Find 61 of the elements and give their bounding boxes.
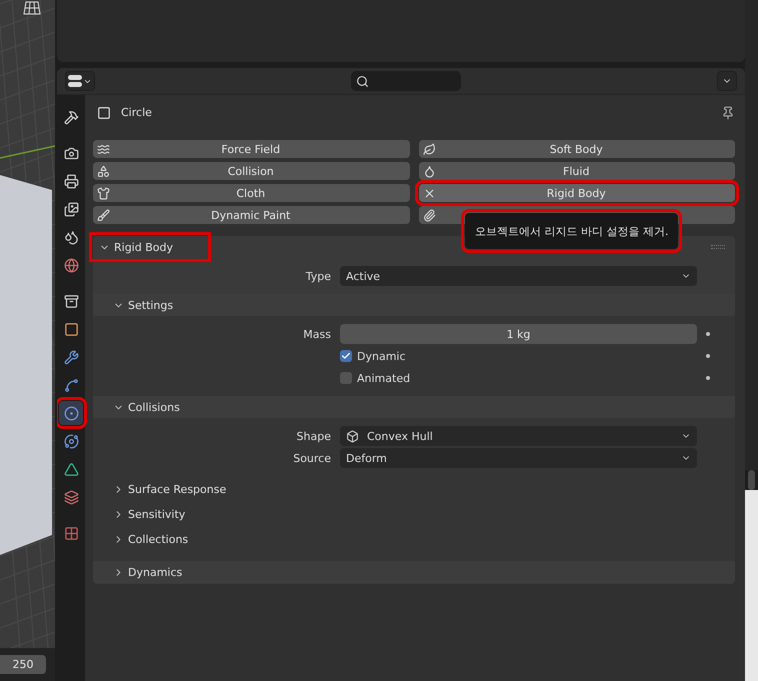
tool-icon [64, 110, 78, 124]
waves-icon [97, 142, 110, 156]
check-icon [341, 351, 351, 361]
shirt-icon [97, 186, 110, 200]
checkbox[interactable] [340, 350, 352, 362]
dropdown-field[interactable]: Deform [340, 448, 697, 468]
grip-icon[interactable] [711, 245, 725, 249]
subpanel-header[interactable]: Surface Response [93, 478, 735, 500]
orbit-icon [64, 434, 78, 448]
field-label: Type [304, 270, 332, 282]
tooltip: 오브젝트에서 리지드 바디 설정을 제거. [465, 213, 678, 249]
camera-icon [64, 146, 78, 160]
image-stack-icon [64, 202, 78, 216]
dropdown-field[interactable]: Active [340, 266, 697, 286]
physics-button[interactable]: Soft Body [418, 140, 735, 158]
brush-icon [97, 208, 110, 222]
subpanel-header[interactable]: Collections [93, 528, 735, 550]
shapes-icon [97, 164, 110, 178]
toggle-icon [68, 75, 82, 87]
drops-icon [64, 230, 78, 244]
physics-button[interactable]: Rigid Body [418, 184, 735, 202]
drop-icon [422, 164, 436, 178]
keyframe-dot[interactable] [706, 332, 710, 336]
physics-button[interactable]: Collision [93, 162, 410, 180]
cube-icon [346, 430, 359, 442]
pin-icon[interactable] [721, 106, 735, 120]
orbit-dot-icon [64, 406, 78, 420]
editor-type-button[interactable] [65, 71, 95, 91]
triangle-icon [64, 462, 78, 476]
x-icon [422, 186, 436, 200]
properties-tab[interactable] [59, 401, 83, 425]
number-field[interactable]: 1 kg [340, 324, 697, 344]
field-label: Mass [302, 328, 332, 340]
nodes-icon [64, 378, 78, 392]
frame-field[interactable]: 250 [0, 655, 46, 674]
square-icon [64, 322, 78, 336]
dropdown-field[interactable]: Convex Hull [340, 426, 697, 446]
physics-button[interactable]: Dynamic Paint [93, 206, 410, 224]
physics-button[interactable]: Cloth [93, 184, 410, 202]
field-label: Shape [296, 430, 332, 442]
scrollbar-thumb[interactable] [748, 470, 755, 490]
panel-header[interactable]: Rigid Body [93, 236, 207, 258]
subpanel-header[interactable]: Sensitivity [93, 503, 735, 525]
printer-icon [64, 174, 78, 188]
physics-button[interactable]: Force Field [93, 140, 410, 158]
field-label: Source [292, 452, 332, 464]
clip-icon [422, 208, 436, 222]
globe-icon [64, 258, 78, 272]
box-icon [64, 294, 78, 308]
checkbox-label: Dynamic [357, 350, 406, 362]
wrench-icon [64, 350, 78, 364]
checkbox-label: Animated [357, 372, 410, 384]
keyframe-dot[interactable] [706, 354, 710, 358]
physics-button[interactable]: Fluid [418, 162, 735, 180]
search-field[interactable] [351, 71, 461, 91]
object-name: Circle [121, 106, 153, 119]
object-icon [97, 106, 111, 120]
keyframe-dot[interactable] [706, 376, 710, 380]
search-icon [356, 74, 369, 88]
leaf-icon [422, 142, 436, 156]
checkbox[interactable] [340, 372, 352, 384]
